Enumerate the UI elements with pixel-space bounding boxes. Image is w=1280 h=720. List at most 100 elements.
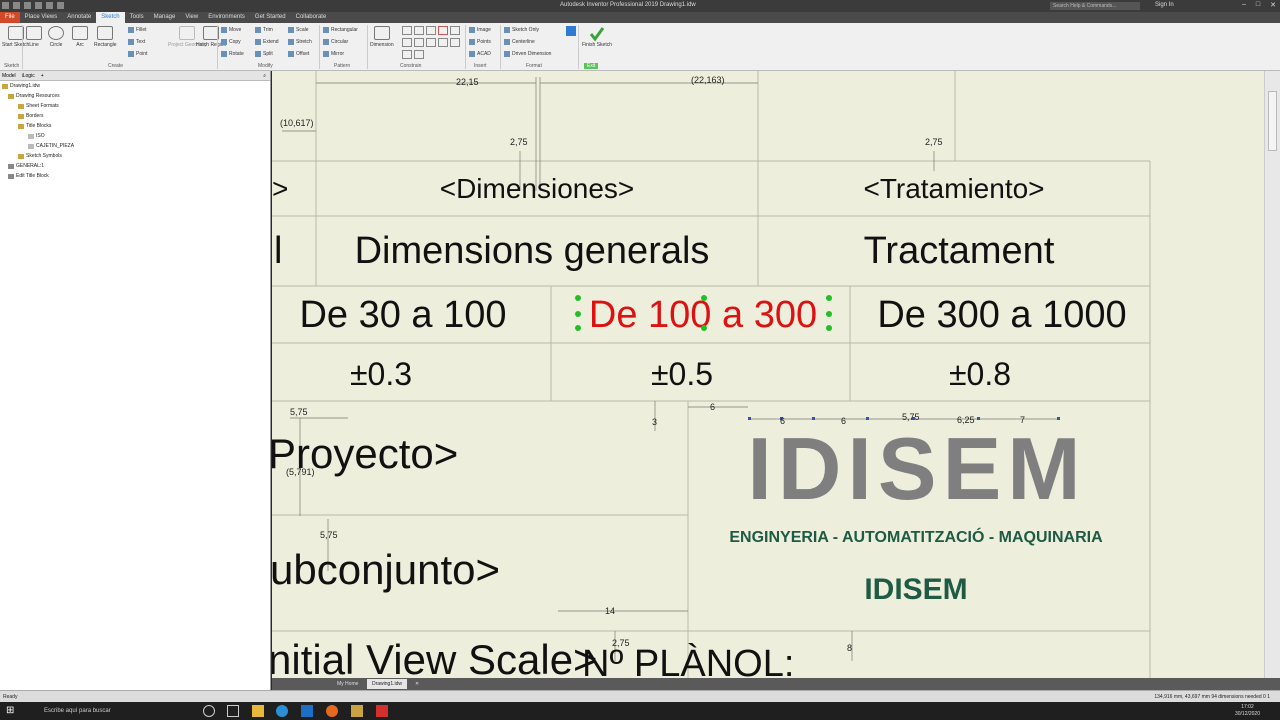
copy-button[interactable]: Copy bbox=[221, 39, 241, 45]
tree-node-title-blocks[interactable]: Title Blocks bbox=[0, 121, 270, 131]
new-icon[interactable] bbox=[13, 2, 20, 9]
dim-2-75-a[interactable]: 2,75 bbox=[510, 137, 528, 147]
symmetric-icon[interactable] bbox=[402, 50, 412, 59]
company-name[interactable]: IDISEM bbox=[864, 573, 967, 606]
dim-22-15[interactable]: 22,15 bbox=[456, 77, 479, 87]
format-grid-icon[interactable] bbox=[566, 26, 576, 36]
file-explorer-icon[interactable] bbox=[252, 705, 264, 717]
mirror-button[interactable]: Mirror bbox=[323, 51, 344, 57]
dim-2-75-b[interactable]: 2,75 bbox=[925, 137, 943, 147]
initial-view-scale-field[interactable]: nitial View Scale> bbox=[272, 636, 598, 678]
tab-tools[interactable]: Tools bbox=[125, 12, 149, 23]
close-tab-icon[interactable]: ✕ bbox=[410, 679, 424, 689]
nav-tools-icon[interactable] bbox=[1268, 91, 1277, 151]
close-icon[interactable]: ✕ bbox=[1270, 1, 1276, 9]
add-tab-icon[interactable]: + bbox=[41, 73, 44, 79]
tab-collaborate[interactable]: Collaborate bbox=[291, 12, 332, 23]
taskbar-search-input[interactable]: Escribe aquí para buscar bbox=[30, 704, 190, 718]
dim-22-163[interactable]: (22,163) bbox=[691, 75, 725, 85]
tab-ilogic[interactable]: iLogic bbox=[22, 73, 35, 79]
drawing-canvas[interactable]: 22,15 (22,163) (10,617) 2,75 2,75 5,75 (… bbox=[272, 71, 1280, 678]
open-icon[interactable] bbox=[24, 2, 31, 9]
tree-node-sheet-formats[interactable]: Sheet Formats bbox=[0, 101, 270, 111]
tab-manage[interactable]: Manage bbox=[149, 12, 181, 23]
cortana-icon[interactable] bbox=[203, 705, 215, 717]
tolerance-0-5[interactable]: ±0.5 bbox=[651, 356, 713, 392]
rectangular-pattern-button[interactable]: Rectangular bbox=[323, 27, 358, 33]
save-icon[interactable] bbox=[35, 2, 42, 9]
firefox-icon[interactable] bbox=[326, 705, 338, 717]
tree-node-edit-title-block[interactable]: Edit Title Block bbox=[0, 171, 270, 181]
tab-my-home[interactable]: My Home bbox=[332, 679, 363, 689]
dimensions-generals-label[interactable]: Dimensions generals bbox=[355, 230, 710, 272]
nplanol-label[interactable]: Nº PLÀNOL: bbox=[582, 642, 794, 678]
offset-button[interactable]: Offset bbox=[288, 51, 309, 57]
smooth-icon[interactable] bbox=[450, 38, 460, 47]
trim-button[interactable]: Trim bbox=[255, 27, 273, 33]
rectangle-button[interactable]: Rectangle bbox=[94, 26, 117, 48]
collinear-icon[interactable] bbox=[414, 26, 424, 35]
mail-icon[interactable] bbox=[301, 705, 313, 717]
equal-icon[interactable] bbox=[414, 50, 424, 59]
tab-view[interactable]: View bbox=[180, 12, 203, 23]
rotate-button[interactable]: Rotate bbox=[221, 51, 244, 57]
tab-annotate[interactable]: Annotate bbox=[62, 12, 96, 23]
edge-icon[interactable] bbox=[276, 705, 288, 717]
task-view-icon[interactable] bbox=[227, 705, 239, 717]
maximize-icon[interactable]: □ bbox=[1256, 1, 1260, 9]
proyecto-field[interactable]: Proyecto> bbox=[272, 430, 458, 477]
driven-dimension-button[interactable]: Driven Dimension bbox=[504, 51, 551, 57]
inventor-icon[interactable] bbox=[351, 705, 363, 717]
tree-node-drawing-resources[interactable]: Drawing Resources bbox=[0, 91, 270, 101]
vertical-icon[interactable] bbox=[426, 38, 436, 47]
dim-5-75-b[interactable]: 5,75 bbox=[320, 530, 338, 540]
line-button[interactable]: Line bbox=[26, 26, 42, 48]
acad-button[interactable]: ACAD bbox=[469, 51, 491, 57]
browser-search-icon[interactable]: ⌕ bbox=[263, 73, 266, 79]
image-button[interactable]: Image bbox=[469, 27, 491, 33]
tree-node-drawing[interactable]: Drawing1.idw bbox=[0, 81, 270, 91]
circle-button[interactable]: Circle bbox=[48, 26, 64, 48]
help-search-input[interactable]: Search Help & Commands... bbox=[1050, 2, 1140, 10]
circular-pattern-button[interactable]: Circular bbox=[323, 39, 348, 45]
quick-access-toolbar[interactable] bbox=[2, 2, 64, 9]
split-button[interactable]: Split bbox=[255, 51, 273, 57]
fix-icon[interactable] bbox=[438, 26, 448, 35]
tractament-label[interactable]: Tractament bbox=[864, 230, 1055, 272]
dim-5-75-a[interactable]: 5,75 bbox=[290, 407, 308, 417]
arc-button[interactable]: Arc bbox=[72, 26, 88, 48]
tab-environments[interactable]: Environments bbox=[203, 12, 250, 23]
recorder-icon[interactable] bbox=[376, 705, 388, 717]
company-tagline[interactable]: ENGINYERIA - AUTOMATITZACIÓ - MAQUINARIA bbox=[729, 527, 1103, 546]
coincident-icon[interactable] bbox=[402, 26, 412, 35]
tab-sketch[interactable]: Sketch bbox=[96, 12, 125, 23]
minimize-icon[interactable]: – bbox=[1242, 1, 1246, 9]
tab-drawing1[interactable]: Drawing1.idw bbox=[367, 679, 408, 689]
parallel-icon[interactable] bbox=[450, 26, 460, 35]
dimensiones-field[interactable]: <Dimensiones> bbox=[440, 173, 635, 204]
undo-icon[interactable] bbox=[46, 2, 53, 9]
range-30-100[interactable]: De 30 a 100 bbox=[299, 294, 506, 336]
sign-in-link[interactable]: Sign In bbox=[1155, 2, 1174, 8]
dim-10-617[interactable]: (10,617) bbox=[280, 118, 314, 128]
row2-left-text[interactable]: l bbox=[274, 230, 282, 272]
tree-node-borders[interactable]: Borders bbox=[0, 111, 270, 121]
tratamiento-field[interactable]: <Tratamiento> bbox=[863, 173, 1044, 204]
title-block-sketch[interactable]: 22,15 (22,163) (10,617) 2,75 2,75 5,75 (… bbox=[272, 71, 1280, 678]
dim-14[interactable]: 14 bbox=[605, 606, 615, 616]
tangent-icon[interactable] bbox=[438, 38, 448, 47]
concentric-icon[interactable] bbox=[426, 26, 436, 35]
stretch-button[interactable]: Stretch bbox=[288, 39, 312, 45]
point-button[interactable]: Point bbox=[128, 51, 147, 57]
move-button[interactable]: Move bbox=[221, 27, 241, 33]
tree-node-general-sheet[interactable]: GENERAL:1 bbox=[0, 161, 270, 171]
finish-sketch-button[interactable]: Finish Sketch bbox=[582, 26, 612, 48]
dim-6-a[interactable]: 6 bbox=[710, 402, 715, 412]
fillet-button[interactable]: Fillet bbox=[128, 27, 147, 33]
dim-3[interactable]: 3 bbox=[652, 417, 657, 427]
tolerance-0-8[interactable]: ±0.8 bbox=[949, 356, 1011, 392]
tab-get-started[interactable]: Get Started bbox=[250, 12, 291, 23]
scale-button[interactable]: Scale bbox=[288, 27, 309, 33]
tab-place-views[interactable]: Place Views bbox=[20, 12, 63, 23]
perpendicular-icon[interactable] bbox=[402, 38, 412, 47]
